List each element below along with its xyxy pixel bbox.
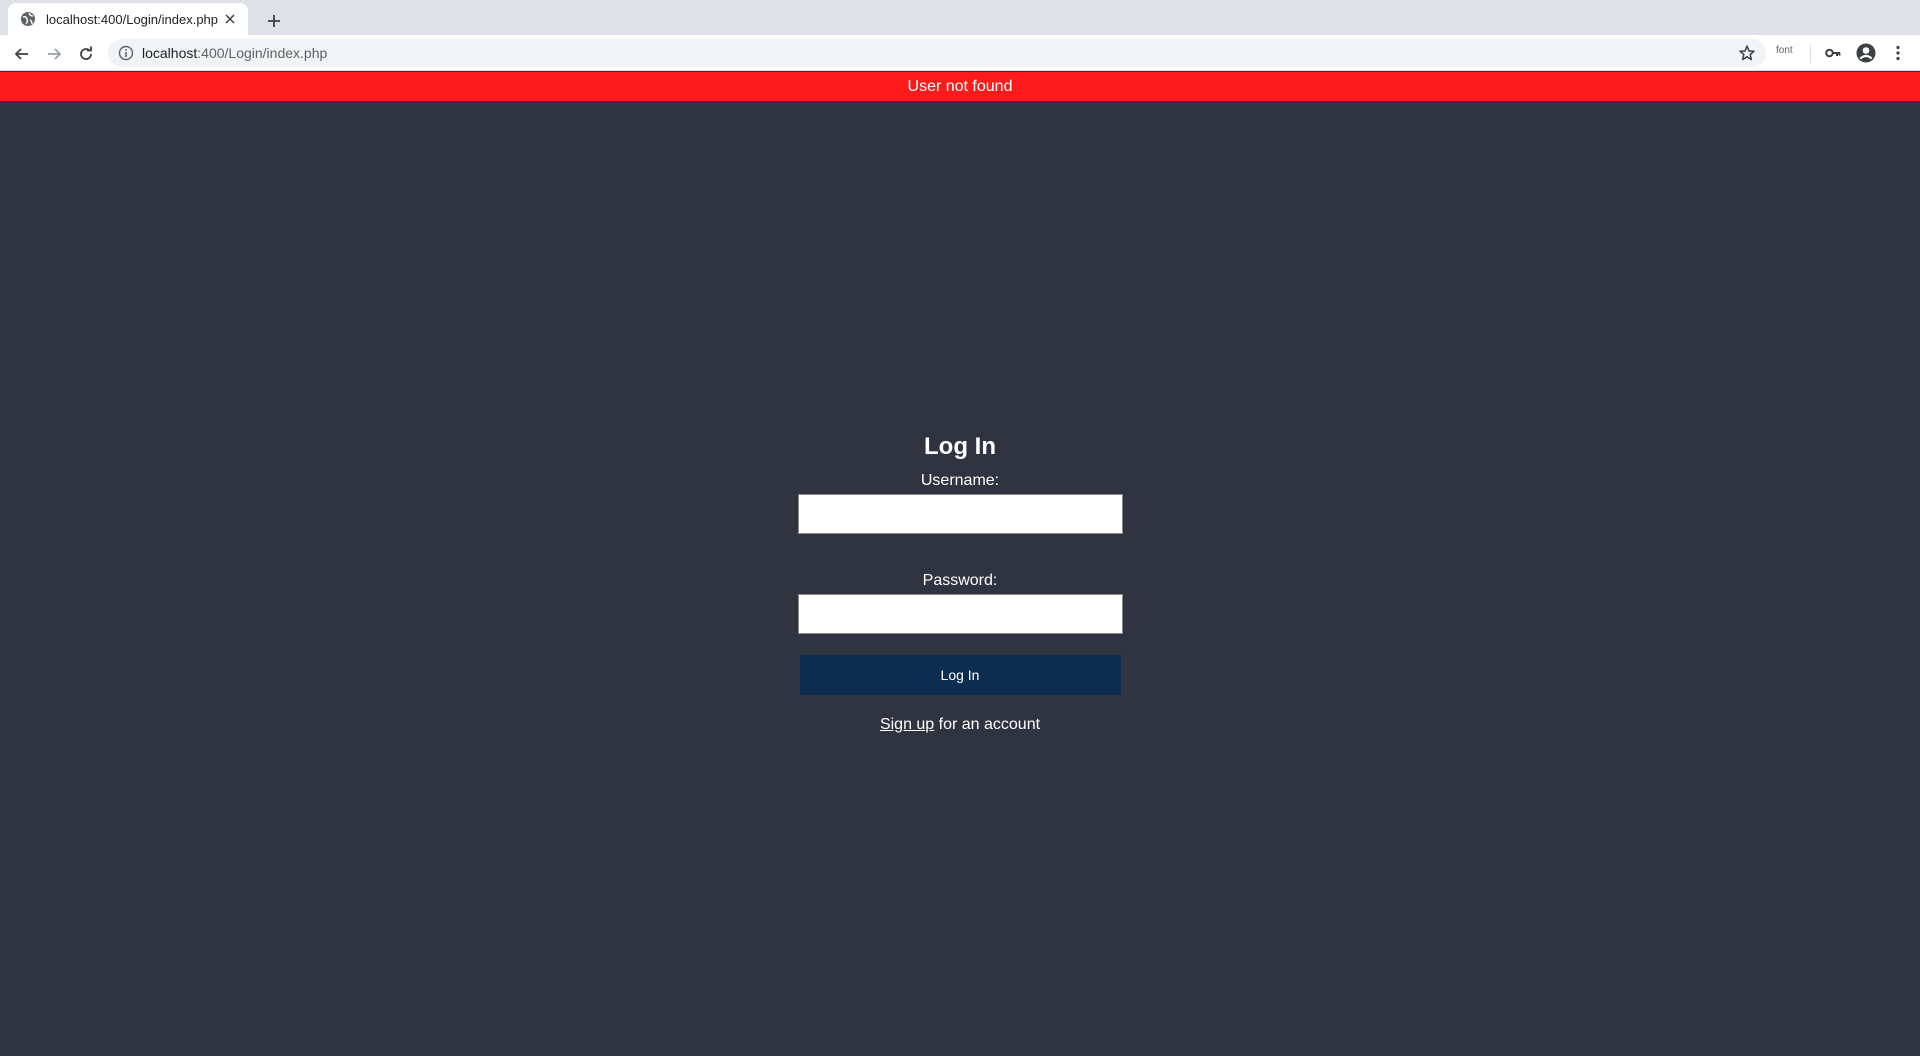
back-arrow-icon <box>14 46 30 62</box>
forward-button[interactable] <box>40 40 68 68</box>
kebab-menu-icon[interactable] <box>1887 42 1909 64</box>
new-tab-button[interactable] <box>260 7 288 35</box>
globe-icon <box>20 11 36 27</box>
tab-strip: localhost:400/Login/index.php <box>0 0 1920 35</box>
reload-icon <box>78 46 94 62</box>
username-label: Username: <box>920 472 1000 489</box>
login-title: Log In <box>924 433 996 460</box>
plus-icon <box>267 14 281 28</box>
username-input[interactable] <box>797 494 1123 534</box>
error-message: User not found <box>907 77 1013 95</box>
info-icon[interactable] <box>118 45 134 61</box>
back-button[interactable] <box>8 40 36 68</box>
account-icon[interactable] <box>1855 42 1877 64</box>
forward-arrow-icon <box>46 46 62 62</box>
address-url[interactable]: localhost:400/Login/index.php <box>142 45 327 61</box>
font-extension-button[interactable]: font <box>1776 45 1793 56</box>
address-bar[interactable]: localhost:400/Login/index.php <box>108 39 1766 67</box>
signup-link[interactable]: Sign up <box>880 716 934 733</box>
browser-tab[interactable]: localhost:400/Login/index.php <box>8 3 248 35</box>
browser-toolbar: localhost:400/Login/index.php font <box>0 35 1920 71</box>
error-banner: User not found <box>0 72 1920 101</box>
signup-suffix: for an account <box>934 716 1041 733</box>
url-host: localhost <box>142 45 198 61</box>
reload-button[interactable] <box>72 40 100 68</box>
password-input[interactable] <box>797 594 1123 634</box>
login-form: Log In Username: Password: Log In Sign u… <box>0 430 1920 734</box>
tab-title: localhost:400/Login/index.php <box>46 11 219 27</box>
star-icon[interactable] <box>1738 44 1756 62</box>
toolbar-divider <box>1810 45 1811 63</box>
key-icon[interactable] <box>1822 42 1844 64</box>
url-path: :400/Login/index.php <box>197 45 328 61</box>
signup-prompt: Sign up for an account <box>880 716 1040 734</box>
close-icon[interactable] <box>222 11 238 27</box>
login-button[interactable]: Log In <box>799 655 1121 695</box>
password-label: Password: <box>922 572 998 589</box>
